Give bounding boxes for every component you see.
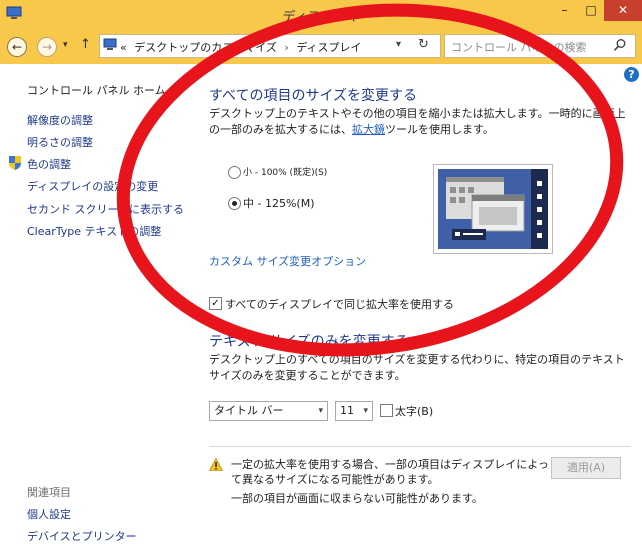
warning-icon — [209, 458, 223, 471]
same-scale-checkbox[interactable]: ✓ — [209, 297, 222, 310]
sidebar-item-brightness[interactable]: 明るさの調整 — [27, 134, 93, 150]
custom-size-link[interactable]: カスタム サイズ変更オプション — [209, 253, 366, 269]
sidebar-item-display-settings[interactable]: ディスプレイの設定の変更 — [27, 178, 158, 194]
address-dropdown-icon[interactable]: ▾ — [396, 39, 401, 50]
title-bar: ディスプレイ – □ ✕ — [0, 0, 642, 28]
back-button[interactable]: ← — [7, 37, 27, 57]
forward-button[interactable]: → — [37, 37, 57, 57]
size-radio-small[interactable] — [228, 166, 241, 179]
section-title-text-size: テキスト サイズのみを変更する — [209, 334, 409, 350]
shield-icon — [9, 156, 21, 170]
item-select[interactable]: タイトル バー ▾ — [209, 401, 328, 421]
text-size-description: デスクトップ上のすべての項目のサイズを変更する代わりに、特定の項目のテキスト サ… — [209, 353, 625, 382]
section-description: デスクトップ上のテキストやその他の項目を縮小または拡大します。一時的に画面上の一… — [209, 106, 634, 138]
bold-label[interactable]: 太字(B) — [395, 403, 433, 419]
search-input[interactable]: コントロール パネルの検索 — [451, 39, 587, 55]
warning-text-secondary: 一部の項目が画面に収まらない可能性があります。 — [231, 492, 483, 505]
address-prefix[interactable]: « — [120, 41, 127, 54]
close-button[interactable]: ✕ — [604, 0, 642, 21]
size-radio-medium[interactable] — [228, 197, 241, 210]
minimize-button[interactable]: – — [551, 0, 578, 21]
same-scale-label[interactable]: すべてのディスプレイで同じ拡大率を使用する — [225, 296, 454, 312]
sidebar-item-resolution[interactable]: 解像度の調整 — [27, 112, 93, 128]
chevron-down-icon[interactable]: ▾ — [363, 402, 368, 420]
search-icon[interactable] — [613, 38, 627, 52]
sidebar-item-second-screen[interactable]: セカンド スクリーンに表示する — [27, 201, 184, 217]
address-bar[interactable]: « デスクトップのカスタマイズ › ディスプレイ ▾ ↻ — [99, 34, 441, 58]
breadcrumb-item-customize[interactable]: デスクトップのカスタマイズ — [134, 41, 277, 54]
breadcrumb-item-display[interactable]: ディスプレイ — [296, 41, 361, 54]
bold-checkbox[interactable] — [380, 404, 393, 417]
related-item-personalize[interactable]: 個人設定 — [27, 506, 71, 522]
related-item-devices-printers[interactable]: デバイスとプリンター — [27, 528, 137, 544]
apply-button[interactable]: 適用(A) — [551, 457, 621, 479]
magnifier-link[interactable]: 拡大鏡 — [352, 123, 385, 136]
size-option-medium-label[interactable]: 中 - 125%(M) — [243, 195, 314, 211]
recent-locations-dropdown[interactable]: ▾ — [63, 40, 68, 50]
refresh-icon[interactable]: ↻ — [418, 37, 429, 52]
section-title-change-size: すべての項目のサイズを変更する — [209, 88, 418, 104]
sidebar-item-cleartype[interactable]: ClearType テキストの調整 — [27, 223, 161, 239]
sidebar-item-color[interactable]: 色の調整 — [27, 156, 71, 172]
preview-illustration — [438, 169, 548, 249]
up-button[interactable]: ↑ — [80, 37, 91, 52]
maximize-button[interactable]: □ — [578, 0, 604, 21]
window-title: ディスプレイ — [282, 10, 360, 25]
size-preview-image — [433, 164, 553, 254]
help-icon[interactable]: ? — [624, 67, 639, 82]
search-box[interactable]: コントロール パネルの検索 — [444, 34, 636, 58]
left-pane: コントロール パネル ホーム 解像度の調整 明るさの調整 色の調整 ディスプレイ… — [0, 64, 190, 543]
font-size-select[interactable]: 11 ▾ — [335, 401, 373, 421]
font-size-value: 11 — [340, 404, 354, 417]
breadcrumb: « デスクトップのカスタマイズ › ディスプレイ — [120, 39, 362, 55]
item-select-value: タイトル バー — [214, 404, 284, 417]
control-panel-home-link[interactable]: コントロール パネル ホーム — [27, 82, 166, 98]
breadcrumb-separator[interactable]: › — [280, 41, 292, 54]
navigation-bar: ← → ▾ ↑ « デスクトップのカスタマイズ › ディスプレイ ▾ ↻ コント… — [0, 28, 642, 64]
chevron-down-icon[interactable]: ▾ — [318, 402, 323, 420]
size-option-small-label[interactable]: 小 - 100% (既定)(S) — [243, 165, 327, 178]
divider — [209, 446, 631, 447]
control-panel-icon — [103, 38, 117, 50]
warning-text: 一定の拡大率を使用する場合、一部の項目はディスプレイによって異なるサイズになる可… — [231, 458, 549, 486]
description-text-end: ツールを使用します。 — [385, 123, 494, 136]
related-heading: 関連項目 — [27, 486, 71, 499]
